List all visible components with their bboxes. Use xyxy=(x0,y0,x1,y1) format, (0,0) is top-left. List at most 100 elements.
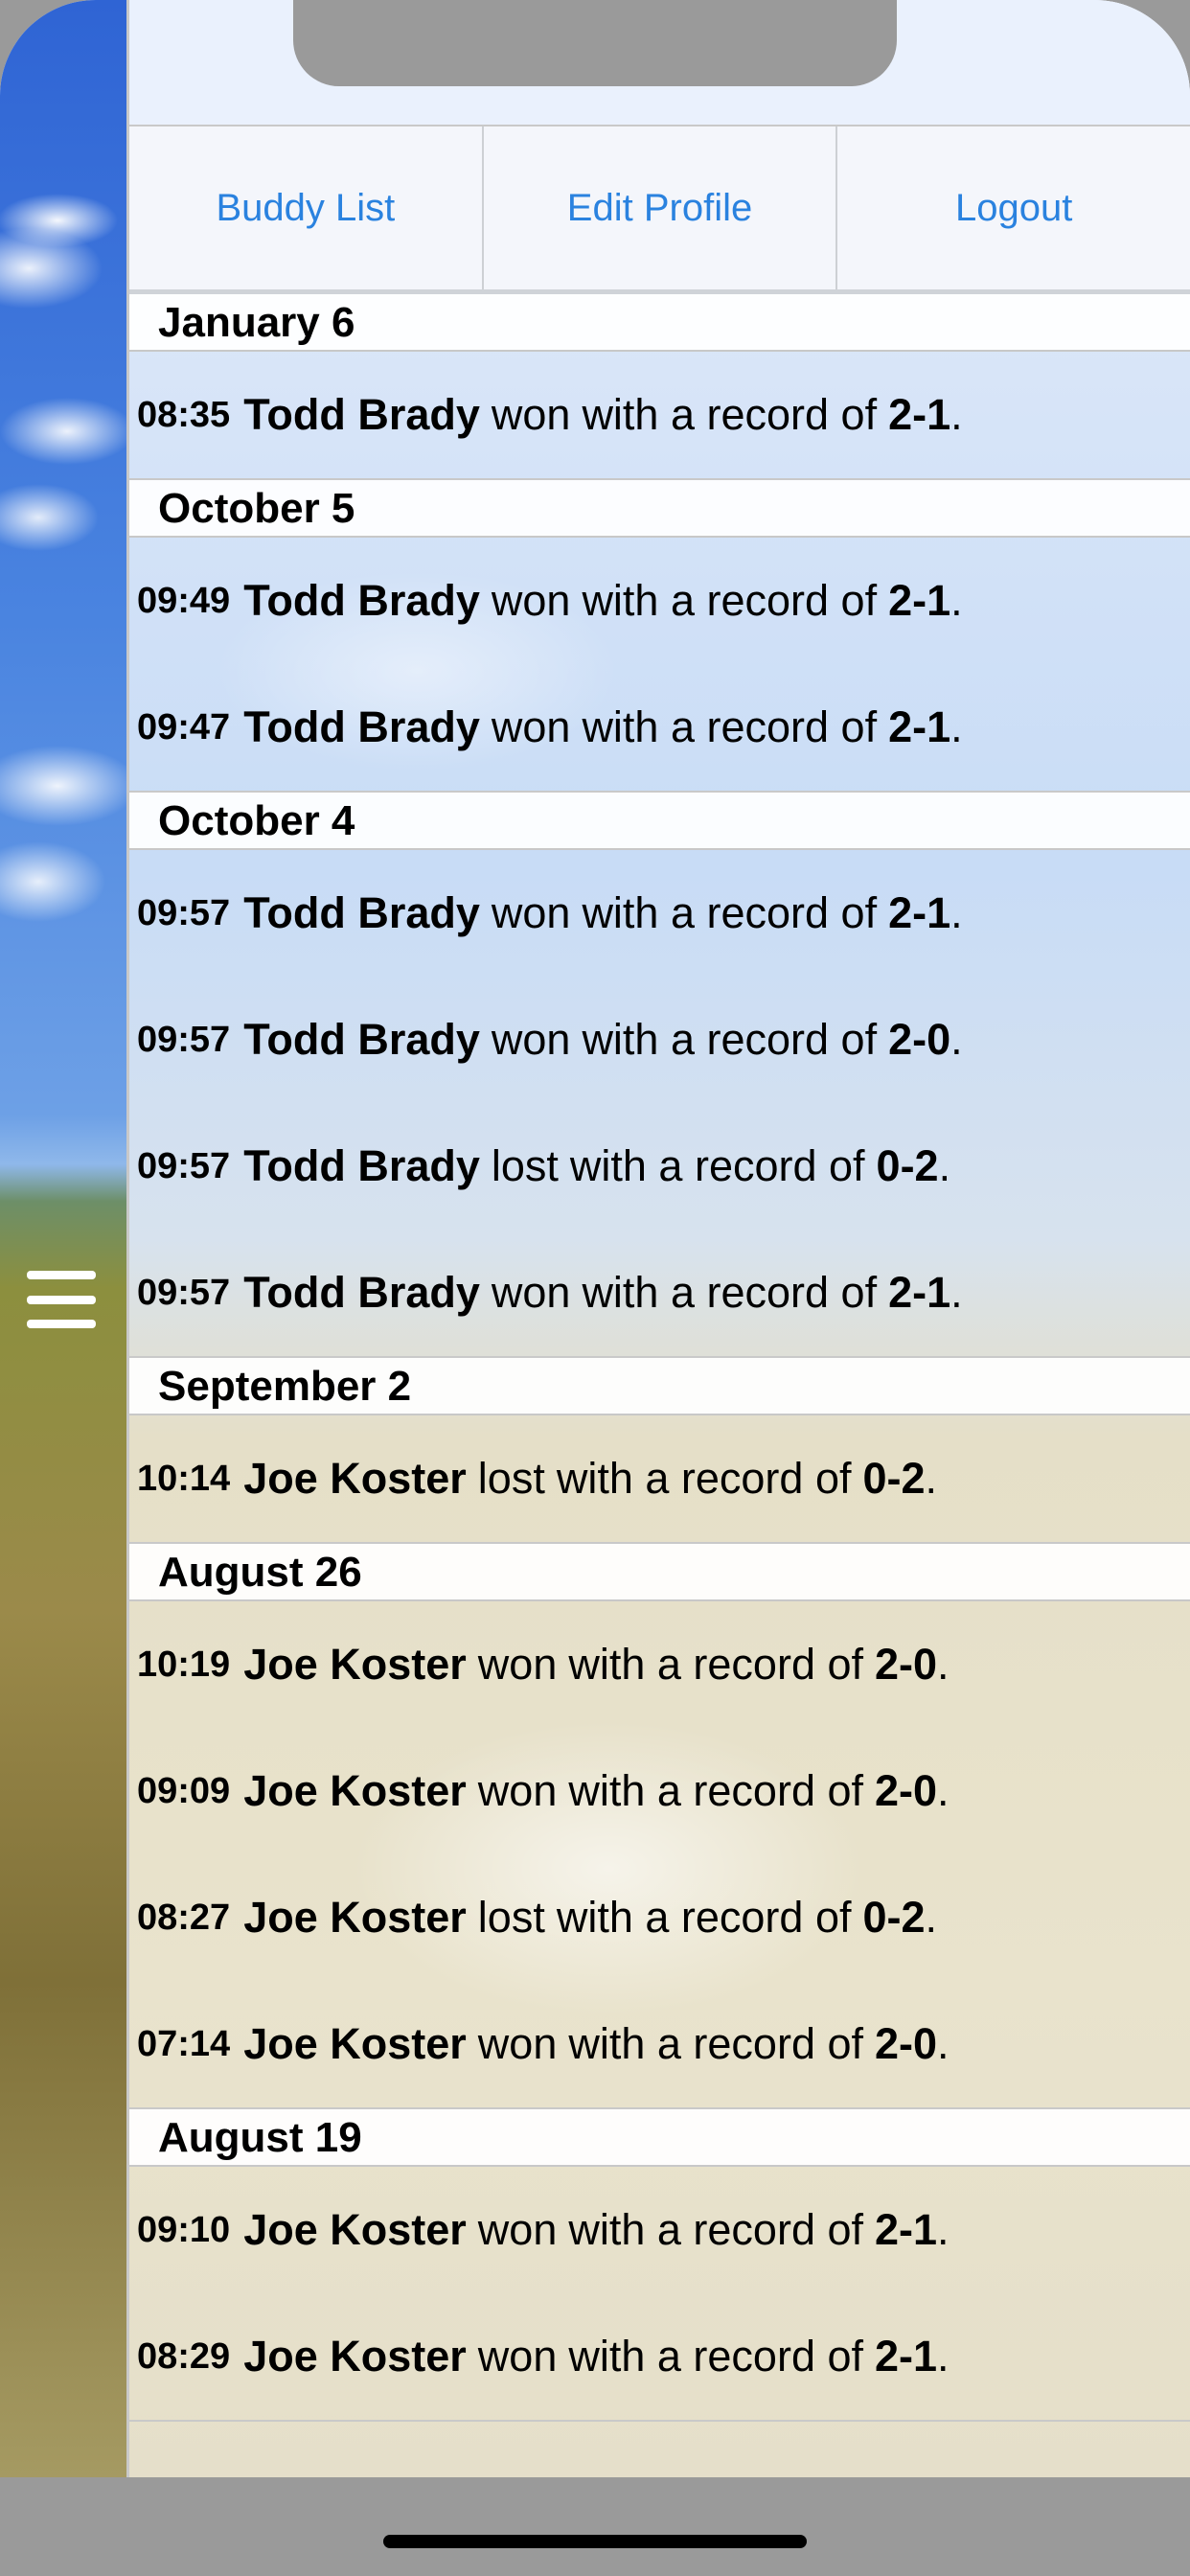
sentence-period: . xyxy=(925,1893,938,1942)
entry-time: 09:49 xyxy=(137,580,231,621)
game-result-row[interactable]: 10:14 Joe Koster lost with a record of 0-2. xyxy=(129,1415,1190,1542)
top-nav: Buddy List Edit Profile Logout xyxy=(129,126,1190,294)
game-result-row[interactable]: 10:19 Joe Koster won with a record of 2-0. xyxy=(129,1601,1190,1728)
main-panel: Buddy List Edit Profile Logout January 6… xyxy=(126,0,1190,2477)
sentence-period: . xyxy=(937,2019,950,2068)
record-phrase: with a record of xyxy=(568,2019,863,2068)
sentence-period: . xyxy=(950,702,963,751)
date-header: September 2 xyxy=(129,1358,1190,1415)
sentence-period: . xyxy=(937,2205,950,2254)
game-result-row[interactable]: 09:10 Joe Koster won with a record of 2-1. xyxy=(129,2167,1190,2293)
game-result: lost xyxy=(491,1141,559,1190)
record-phrase: with a record of xyxy=(569,1141,865,1190)
home-indicator[interactable] xyxy=(383,2535,807,2548)
game-result-row[interactable]: 09:57 Todd Brady won with a record of 2-0. xyxy=(129,977,1190,1103)
game-result-row[interactable]: 09:57 Todd Brady won with a record of 2-1. xyxy=(129,1230,1190,1356)
sentence-period: . xyxy=(937,2332,950,2380)
buddy-list-button[interactable]: Buddy List xyxy=(129,126,484,289)
record-phrase: with a record of xyxy=(568,2205,863,2254)
entry-time: 09:09 xyxy=(137,1770,231,1811)
game-result: won xyxy=(491,390,571,439)
entry-time: 08:35 xyxy=(137,394,231,435)
date-section: August 26 10:19 Joe Koster won with a record… xyxy=(129,1544,1190,2109)
record-phrase: with a record of xyxy=(568,2332,863,2380)
game-result-row[interactable]: 09:57 Todd Brady won with a record of 2-1. xyxy=(129,850,1190,977)
sentence-period: . xyxy=(950,390,963,439)
record-value: 2-0 xyxy=(888,1015,951,1064)
game-result: won xyxy=(491,702,571,751)
player-name: Todd Brady xyxy=(243,1015,480,1064)
game-result: lost xyxy=(477,1454,545,1503)
entry-time: 09:47 xyxy=(137,706,231,748)
game-result-row[interactable]: 09:47 Todd Brady won with a record of 2-1. xyxy=(129,664,1190,791)
record-phrase: with a record of xyxy=(556,1454,852,1503)
entry-time: 08:27 xyxy=(137,1897,231,1938)
game-result-row[interactable]: 07:14 Joe Koster won with a record of 2-0. xyxy=(129,1981,1190,2107)
record-value: 0-2 xyxy=(862,1893,926,1942)
record-phrase: with a record of xyxy=(582,702,878,751)
player-name: Todd Brady xyxy=(243,390,480,439)
record-phrase: with a record of xyxy=(582,576,878,625)
sentence-period: . xyxy=(950,1015,963,1064)
player-name: Joe Koster xyxy=(243,2019,467,2068)
player-name: Joe Koster xyxy=(243,1766,467,1815)
game-result: won xyxy=(491,1268,571,1317)
entry-time: 09:10 xyxy=(137,2209,231,2250)
player-name: Todd Brady xyxy=(243,702,480,751)
record-value: 2-0 xyxy=(875,1766,938,1815)
app-screen: Buddy List Edit Profile Logout January 6… xyxy=(0,0,1190,2477)
record-value: 2-1 xyxy=(888,702,951,751)
sentence-period: . xyxy=(938,1141,951,1190)
player-name: Todd Brady xyxy=(243,1141,480,1190)
player-name: Todd Brady xyxy=(243,1268,480,1317)
entry-time: 10:14 xyxy=(137,1458,231,1499)
menu-bar xyxy=(27,1271,96,1279)
player-name: Joe Koster xyxy=(243,1454,467,1503)
game-result: won xyxy=(491,576,571,625)
record-value: 2-1 xyxy=(888,1268,951,1317)
date-section: October 4 09:57 Todd Brady won with a record… xyxy=(129,793,1190,1358)
game-result-row[interactable]: 09:09 Joe Koster won with a record of 2-0. xyxy=(129,1728,1190,1854)
game-history-list[interactable]: January 6 08:35 Todd Brady won with a record… xyxy=(129,294,1190,2422)
date-header: October 4 xyxy=(129,793,1190,850)
game-result-row[interactable]: 08:29 Joe Koster won with a record of 2-1. xyxy=(129,2293,1190,2420)
game-result-row[interactable]: 08:35 Todd Brady won with a record of 2-1. xyxy=(129,352,1190,478)
sentence-period: . xyxy=(925,1454,938,1503)
logout-button[interactable]: Logout xyxy=(837,126,1190,289)
player-name: Joe Koster xyxy=(243,2205,467,2254)
device-notch xyxy=(293,0,897,86)
hamburger-menu-icon[interactable] xyxy=(27,1271,96,1328)
record-value: 0-2 xyxy=(876,1141,939,1190)
entry-time: 10:19 xyxy=(137,1644,231,1685)
record-value: 2-1 xyxy=(875,2205,938,2254)
sentence-period: . xyxy=(950,576,963,625)
game-result-row[interactable]: 08:27 Joe Koster lost with a record of 0-2. xyxy=(129,1854,1190,1981)
record-value: 2-0 xyxy=(875,2019,938,2068)
date-section: September 2 10:14 Joe Koster lost with a rec… xyxy=(129,1358,1190,1544)
date-header: August 26 xyxy=(129,1544,1190,1601)
entry-time: 09:57 xyxy=(137,1272,231,1313)
menu-bar xyxy=(27,1320,96,1328)
date-header: October 5 xyxy=(129,480,1190,538)
record-value: 0-2 xyxy=(862,1454,926,1503)
record-value: 2-1 xyxy=(875,2332,938,2380)
game-result: won xyxy=(477,2019,558,2068)
sentence-period: . xyxy=(937,1640,950,1689)
record-value: 2-0 xyxy=(875,1640,938,1689)
record-phrase: with a record of xyxy=(582,1268,878,1317)
record-phrase: with a record of xyxy=(582,1015,878,1064)
player-name: Todd Brady xyxy=(243,576,480,625)
game-result: won xyxy=(477,1640,558,1689)
entry-time: 09:57 xyxy=(137,1145,231,1186)
game-result: won xyxy=(491,888,571,937)
player-name: Joe Koster xyxy=(243,2332,467,2380)
record-value: 2-1 xyxy=(888,576,951,625)
date-section: August 19 09:10 Joe Koster won with a record… xyxy=(129,2109,1190,2422)
edit-profile-button[interactable]: Edit Profile xyxy=(484,126,838,289)
game-result-row[interactable]: 09:49 Todd Brady won with a record of 2-1. xyxy=(129,538,1190,664)
entry-time: 09:57 xyxy=(137,1019,231,1060)
date-header: January 6 xyxy=(129,294,1190,352)
game-result-row[interactable]: 09:57 Todd Brady lost with a record of 0-2. xyxy=(129,1103,1190,1230)
player-name: Joe Koster xyxy=(243,1640,467,1689)
date-section: October 5 09:49 Todd Brady won with a record… xyxy=(129,480,1190,793)
